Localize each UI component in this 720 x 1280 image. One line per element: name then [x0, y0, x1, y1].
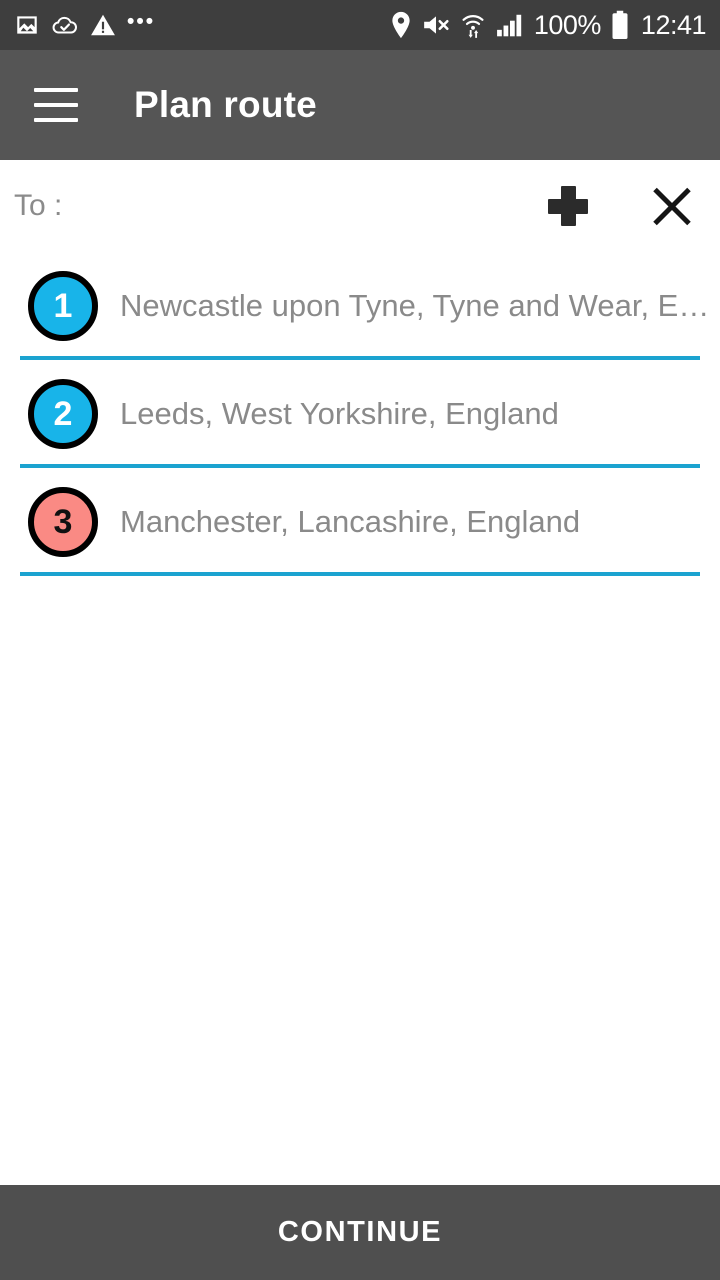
continue-button-label: CONTINUE	[277, 1216, 443, 1248]
clear-route-button[interactable]	[650, 184, 694, 228]
more-dots-icon: •••	[127, 9, 156, 33]
add-stop-button[interactable]	[548, 186, 588, 226]
row-divider	[20, 572, 700, 576]
stop-name-label: Leeds, West Yorkshire, England	[120, 396, 559, 431]
page-title: Plan route	[134, 84, 317, 125]
stop-name-label: Manchester, Lancashire, England	[120, 504, 581, 539]
cloud-check-icon	[52, 16, 77, 34]
location-pin-icon	[392, 11, 410, 39]
hamburger-menu-icon[interactable]	[34, 88, 78, 122]
status-bar: ••• 100% 12:41	[0, 0, 720, 50]
battery-percentage-label: 100%	[533, 9, 602, 40]
clock-label: 12:41	[640, 9, 707, 40]
route-stop-row-2[interactable]: 2 Leeds, West Yorkshire, England	[0, 360, 720, 468]
stop-number-badge: 2	[28, 379, 98, 449]
volume-mute-icon	[424, 16, 449, 34]
stop-name-label: Newcastle upon Tyne, Tyne and Wear, Engl…	[120, 288, 720, 323]
stop-number-badge: 1	[28, 271, 98, 341]
warning-triangle-icon	[91, 14, 115, 36]
to-row-actions	[548, 184, 694, 228]
app-bar: Plan route	[0, 50, 720, 160]
route-stop-row-3[interactable]: 3 Manchester, Lancashire, England	[0, 468, 720, 576]
route-stop-list: 1 Newcastle upon Tyne, Tyne and Wear, En…	[0, 252, 720, 576]
route-stop-row-1[interactable]: 1 Newcastle upon Tyne, Tyne and Wear, En…	[0, 252, 720, 360]
signal-bars-icon	[496, 14, 522, 37]
status-bar-left-icons: •••	[14, 9, 156, 38]
battery-full-icon	[612, 10, 628, 39]
main-content: To : 1 Newcastle upon Tyne, Tyne and Wea…	[0, 160, 720, 1185]
wifi-transfer-icon	[462, 15, 484, 38]
stop-number-badge: 3	[28, 487, 98, 557]
to-row: To :	[0, 160, 720, 252]
continue-button[interactable]: CONTINUE	[0, 1185, 720, 1280]
to-label: To :	[14, 189, 63, 222]
image-icon	[17, 16, 37, 34]
phone-screen: ••• 100% 12:41 Plan route To: 1 Newcast…	[0, 0, 720, 1280]
status-bar-right-icons: 100% 12:41	[390, 9, 707, 41]
